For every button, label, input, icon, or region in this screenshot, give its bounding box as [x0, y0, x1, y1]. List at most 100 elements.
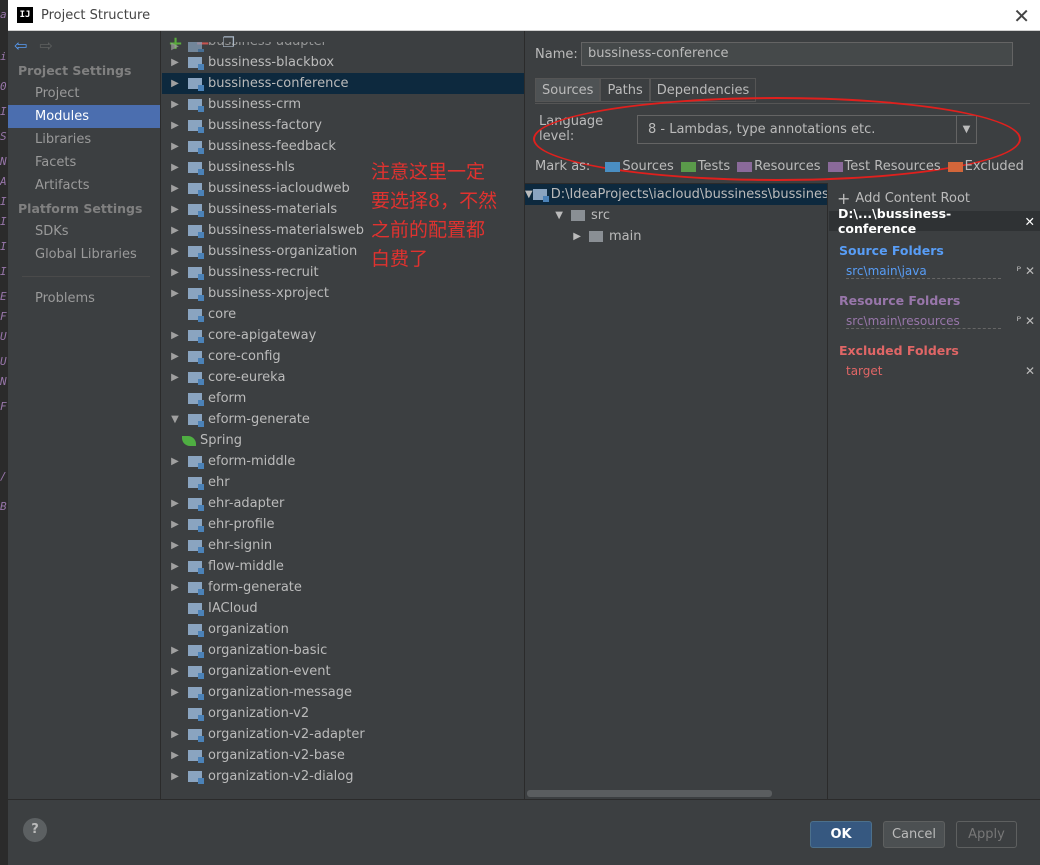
mark-as-sources-button[interactable]: Sources [605, 159, 674, 174]
expand-arrow-icon[interactable]: ▶ [162, 220, 188, 241]
module-row[interactable]: ▶ flow-middle [162, 556, 524, 577]
nav-item-project[interactable]: Project [8, 82, 160, 105]
module-row[interactable]: ▶ organization-v2-base [162, 745, 524, 766]
remove-icon[interactable]: ✕ [1025, 314, 1035, 328]
nav-item-libraries[interactable]: Libraries [8, 128, 160, 151]
expand-arrow-icon[interactable]: ▶ [162, 199, 188, 220]
module-row[interactable]: ▶ organization-v2-dialog [162, 766, 524, 787]
expand-arrow-icon[interactable]: ▶ [162, 42, 188, 52]
module-row[interactable]: ▶ organization-v2-adapter [162, 724, 524, 745]
module-row[interactable]: ▶ bussiness-conference [162, 73, 524, 94]
expand-arrow-icon[interactable]: ▶ [162, 52, 188, 73]
excluded-folder-item[interactable]: target ✕ [839, 361, 1040, 381]
expand-arrow-icon[interactable]: ▶ [162, 640, 188, 661]
forward-arrow-icon[interactable]: ⇨ [39, 36, 52, 55]
expand-arrow-icon[interactable]: ▶ [162, 577, 188, 598]
module-row[interactable]: core [162, 304, 524, 325]
expand-arrow-icon[interactable]: ▶ [162, 451, 188, 472]
module-row[interactable]: ▼ eform-generate [162, 409, 524, 430]
content-root-row[interactable]: ▼ D:\IdeaProjects\iacloud\bussiness\buss… [525, 184, 827, 205]
expand-arrow-icon[interactable]: ▶ [162, 115, 188, 136]
collapse-arrow-icon[interactable]: ▼ [525, 210, 571, 221]
expand-arrow-icon[interactable]: ▶ [162, 661, 188, 682]
module-row[interactable]: ▶ bussiness-adapter [162, 42, 524, 52]
ok-button[interactable]: OK [810, 821, 872, 848]
module-row[interactable]: ▶ organization-basic [162, 640, 524, 661]
tab-sources[interactable]: Sources [535, 78, 601, 102]
expand-arrow-icon[interactable]: ▶ [162, 367, 188, 388]
module-row[interactable]: ▶ organization-event [162, 661, 524, 682]
remove-icon[interactable]: ✕ [1025, 364, 1035, 378]
module-row[interactable]: ▶ bussiness-factory [162, 115, 524, 136]
nav-item-facets[interactable]: Facets [8, 151, 160, 174]
module-row[interactable]: ▶ bussiness-blackbox [162, 52, 524, 73]
module-row[interactable]: ehr [162, 472, 524, 493]
expand-arrow-icon[interactable]: ▶ [162, 682, 188, 703]
mark-as-resources-button[interactable]: Resources [737, 159, 821, 174]
module-row[interactable]: ▶ bussiness-feedback [162, 136, 524, 157]
nav-item-global-libraries[interactable]: Global Libraries [8, 243, 160, 266]
expand-arrow-icon[interactable]: ▶ [162, 262, 188, 283]
module-row[interactable]: ▶ core-apigateway [162, 325, 524, 346]
collapse-arrow-icon[interactable]: ▼ [525, 189, 533, 200]
expand-arrow-icon[interactable]: ▶ [525, 231, 589, 242]
facet-row[interactable]: Spring [162, 430, 524, 451]
expand-arrow-icon[interactable]: ▶ [162, 346, 188, 367]
chevron-down-icon[interactable]: ▼ [956, 115, 976, 143]
module-row[interactable]: ▶ eform-middle [162, 451, 524, 472]
expand-arrow-icon[interactable]: ▶ [162, 745, 188, 766]
mark-as-excluded-button[interactable]: Excluded [947, 159, 1024, 174]
expand-arrow-icon[interactable]: ▶ [162, 157, 188, 178]
expand-arrow-icon[interactable]: ▶ [162, 535, 188, 556]
module-row[interactable]: organization-v2 [162, 703, 524, 724]
nav-item-artifacts[interactable]: Artifacts [8, 174, 160, 197]
expand-arrow-icon[interactable]: ▶ [162, 325, 188, 346]
tab-dependencies[interactable]: Dependencies [649, 78, 757, 102]
apply-button[interactable]: Apply [956, 821, 1017, 848]
tree-row-main[interactable]: ▶ main [525, 226, 827, 247]
module-row[interactable]: IACloud [162, 598, 524, 619]
expand-arrow-icon[interactable]: ▶ [162, 73, 188, 94]
mark-as-tests-button[interactable]: Tests [680, 159, 730, 174]
language-level-select[interactable]: 8 - Lambdas, type annotations etc. ▼ [637, 114, 977, 144]
nav-item-problems[interactable]: Problems [8, 287, 160, 310]
expand-arrow-icon[interactable]: ▶ [162, 136, 188, 157]
expand-arrow-icon[interactable]: ▶ [162, 514, 188, 535]
module-row[interactable]: ▶ bussiness-xproject [162, 283, 524, 304]
module-row[interactable]: ▶ ehr-profile [162, 514, 524, 535]
properties-icon[interactable]: ᴾ [1017, 264, 1022, 278]
remove-icon[interactable]: ✕ [1025, 264, 1035, 278]
module-row[interactable]: ▶ ehr-adapter [162, 493, 524, 514]
close-icon[interactable]: ✕ [1025, 214, 1035, 229]
expand-arrow-icon[interactable]: ▶ [162, 556, 188, 577]
mark-as-test-resources-button[interactable]: Test Resources [827, 159, 941, 174]
module-row[interactable]: ▶ organization-message [162, 682, 524, 703]
module-row[interactable]: ▶ form-generate [162, 577, 524, 598]
nav-item-sdks[interactable]: SDKs [8, 220, 160, 243]
horizontal-scrollbar[interactable] [527, 790, 772, 797]
tab-paths[interactable]: Paths [600, 78, 650, 102]
tree-row-src[interactable]: ▼ src [525, 205, 827, 226]
cancel-button[interactable]: Cancel [883, 821, 945, 848]
close-icon[interactable]: ✕ [1013, 4, 1030, 28]
expand-arrow-icon[interactable]: ▶ [162, 766, 188, 787]
expand-arrow-icon[interactable]: ▶ [162, 493, 188, 514]
resource-folder-item[interactable]: src\main\resources ᴾ ✕ [839, 311, 1040, 331]
module-row[interactable]: ▶ bussiness-crm [162, 94, 524, 115]
collapse-arrow-icon[interactable]: ▼ [162, 409, 188, 430]
expand-arrow-icon[interactable]: ▶ [162, 241, 188, 262]
source-folder-item[interactable]: src\main\java ᴾ ✕ [839, 261, 1040, 281]
expand-arrow-icon[interactable]: ▶ [162, 178, 188, 199]
help-icon[interactable]: ? [23, 818, 47, 842]
expand-arrow-icon[interactable]: ▶ [162, 94, 188, 115]
module-row[interactable]: ▶ core-config [162, 346, 524, 367]
nav-item-modules[interactable]: Modules [8, 105, 160, 128]
module-row[interactable]: eform [162, 388, 524, 409]
module-row[interactable]: organization [162, 619, 524, 640]
properties-icon[interactable]: ᴾ [1017, 314, 1022, 328]
module-row[interactable]: ▶ ehr-signin [162, 535, 524, 556]
module-row[interactable]: ▶ core-eureka [162, 367, 524, 388]
module-name-input[interactable]: bussiness-conference [581, 42, 1013, 66]
expand-arrow-icon[interactable]: ▶ [162, 283, 188, 304]
back-arrow-icon[interactable]: ⇦ [14, 36, 27, 55]
